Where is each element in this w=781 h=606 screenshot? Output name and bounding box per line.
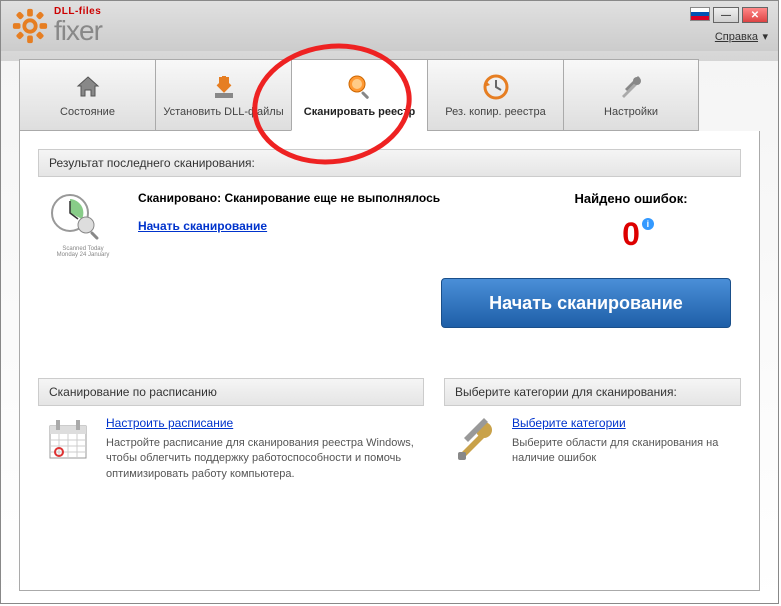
- schedule-link[interactable]: Настроить расписание: [106, 416, 418, 430]
- schedule-header: Сканирование по расписанию: [38, 378, 424, 406]
- wrench-icon: [450, 416, 500, 469]
- button-row: Начать сканирование: [38, 278, 741, 358]
- categories-panel: Выберите категории для сканирования: Выб…: [444, 378, 741, 482]
- schedule-content: Настроить расписание Настройте расписани…: [38, 416, 424, 482]
- magnifier-icon: [345, 72, 375, 102]
- bottom-row: Сканирование по расписанию Нас: [38, 378, 741, 482]
- download-icon: [209, 72, 239, 102]
- categories-content: Выберите категории Выберите области для …: [444, 416, 741, 469]
- tab-bar: Состояние Установить DLL-файлы Сканирова…: [1, 51, 778, 131]
- tab-label: Рез. копир. реестра: [445, 106, 545, 118]
- content-area: Результат последнего сканирования: Scann…: [19, 131, 760, 591]
- tab-backup[interactable]: Рез. копир. реестра: [427, 59, 563, 131]
- result-header: Результат последнего сканирования:: [38, 149, 741, 177]
- scan-result-row: Scanned Today Monday 24 January Сканиров…: [38, 191, 741, 278]
- schedule-text: Настроить расписание Настройте расписани…: [106, 416, 418, 482]
- flag-icon[interactable]: [690, 7, 710, 21]
- categories-text: Выберите категории Выберите области для …: [512, 416, 735, 469]
- scanned-line: Сканировано: Сканирование еще не выполня…: [138, 191, 511, 205]
- calendar-icon: [44, 416, 94, 482]
- home-icon: [73, 72, 103, 102]
- start-scan-button[interactable]: Начать сканирование: [441, 278, 731, 328]
- tab-label: Настройки: [604, 106, 658, 118]
- close-button[interactable]: ✕: [742, 7, 768, 23]
- titlebar-right: — ✕ Справка ▾: [690, 7, 768, 45]
- dropdown-icon: ▾: [762, 31, 768, 43]
- categories-header: Выберите категории для сканирования:: [444, 378, 741, 406]
- icon-caption-2: Monday 24 January: [48, 252, 118, 258]
- tab-settings[interactable]: Настройки: [563, 59, 699, 131]
- tools-icon: [616, 72, 646, 102]
- schedule-desc: Настройте расписание для сканирования ре…: [106, 436, 418, 482]
- errors-count: 0 i: [622, 216, 640, 253]
- gear-icon: [11, 7, 49, 45]
- tab-label: Сканировать реестр: [304, 106, 415, 118]
- categories-desc: Выберите области для сканирования на нал…: [512, 436, 735, 467]
- help-link[interactable]: Справка ▾: [715, 27, 768, 45]
- categories-link[interactable]: Выберите категории: [512, 416, 735, 430]
- tab-scan-registry[interactable]: Сканировать реестр: [291, 59, 427, 131]
- logo-text: DLL-files fixer: [54, 7, 102, 45]
- tab-label: Установить DLL-файлы: [163, 106, 283, 118]
- window-buttons: — ✕: [690, 7, 768, 23]
- info-icon[interactable]: i: [642, 218, 654, 230]
- restore-icon: [481, 72, 511, 102]
- tab-install-dll[interactable]: Установить DLL-файлы: [155, 59, 291, 131]
- scan-info: Сканировано: Сканирование еще не выполня…: [138, 191, 511, 258]
- errors-label: Найдено ошибок:: [531, 191, 731, 206]
- logo: DLL-files fixer: [11, 7, 102, 45]
- main-window: DLL-files fixer — ✕ Справка ▾ Состояние: [0, 0, 779, 604]
- schedule-panel: Сканирование по расписанию Нас: [38, 378, 424, 482]
- start-scan-link[interactable]: Начать сканирование: [138, 219, 267, 233]
- tab-status[interactable]: Состояние: [19, 59, 155, 131]
- errors-found: Найдено ошибок: 0 i: [531, 191, 731, 258]
- titlebar: DLL-files fixer — ✕ Справка ▾: [1, 1, 778, 51]
- tab-label: Состояние: [60, 106, 115, 118]
- scan-clock-icon: Scanned Today Monday 24 January: [48, 191, 118, 258]
- minimize-button[interactable]: —: [713, 7, 739, 23]
- logo-name: fixer: [54, 17, 102, 45]
